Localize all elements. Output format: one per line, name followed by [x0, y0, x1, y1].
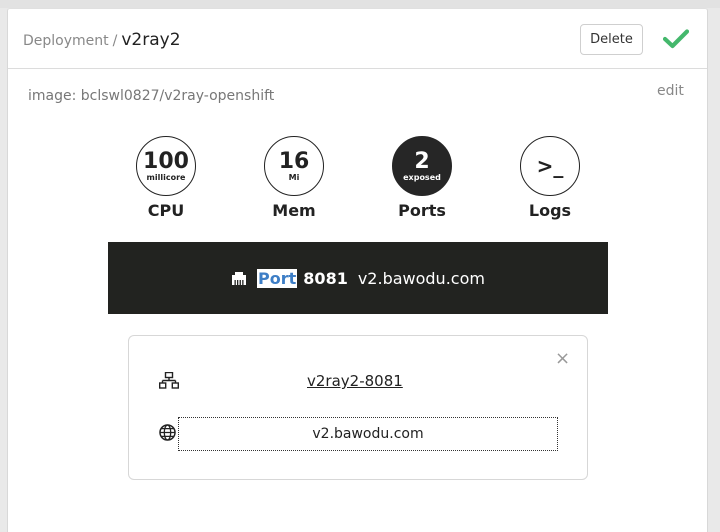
port-host: v2.bawodu.com — [357, 268, 485, 288]
stat-mem-value: 16 — [278, 148, 310, 174]
stat-mem-circle: 16 Mi — [264, 136, 324, 196]
image-name: image: bclswl0827/v2ray-openshift — [28, 88, 275, 104]
globe-icon — [159, 424, 176, 445]
edit-link[interactable]: edit — [657, 83, 684, 99]
stat-ports-unit: exposed — [403, 172, 441, 182]
stat-cpu-circle: 100 millicore — [136, 136, 196, 196]
port-number: 8081 — [303, 268, 348, 288]
stat-cpu-value: 100 — [143, 148, 189, 174]
deployment-name: v2ray2 — [121, 30, 181, 50]
port-bar[interactable]: Port 8081 v2.bawodu.com — [108, 242, 608, 314]
ethernet-icon — [231, 271, 247, 285]
stat-ports-value: 2 — [414, 148, 430, 174]
stat-logs[interactable]: >_ Logs — [510, 136, 590, 220]
stat-ports[interactable]: 2 exposed Ports — [382, 136, 462, 220]
check-icon — [663, 29, 689, 49]
card-header: Deployment / v2ray2 Delete — [8, 9, 707, 69]
stat-ports-label: Ports — [398, 201, 446, 220]
stat-ports-circle: 2 exposed — [392, 136, 452, 196]
breadcrumb-separator: / — [112, 33, 118, 49]
network-icon — [158, 371, 180, 393]
breadcrumb-section[interactable]: Deployment — [23, 33, 109, 49]
port-word: Port — [257, 268, 298, 288]
terminal-icon: >_ — [536, 153, 564, 178]
stat-logs-circle: >_ — [520, 136, 580, 196]
stat-mem[interactable]: 16 Mi Mem — [254, 136, 334, 220]
stat-cpu-unit: millicore — [146, 172, 186, 182]
stat-cpu-label: CPU — [147, 201, 185, 220]
delete-button[interactable]: Delete — [580, 24, 643, 55]
deployment-card: Deployment / v2ray2 Delete image: bclswl08… — [7, 8, 708, 532]
confirm-button[interactable] — [660, 23, 692, 55]
breadcrumb: Deployment / v2ray2 — [23, 30, 181, 50]
close-icon[interactable]: × — [555, 350, 570, 368]
port-detail-panel: × v2ray2-8081 — [128, 335, 588, 480]
service-link[interactable]: v2ray2-8081 — [307, 372, 403, 390]
stat-cpu[interactable]: 100 millicore CPU — [126, 136, 206, 220]
top-strip — [0, 0, 720, 8]
stat-mem-unit: Mi — [288, 172, 300, 182]
stat-logs-label: Logs — [528, 201, 572, 220]
host-input[interactable] — [178, 417, 558, 451]
stat-mem-label: Mem — [272, 201, 316, 220]
